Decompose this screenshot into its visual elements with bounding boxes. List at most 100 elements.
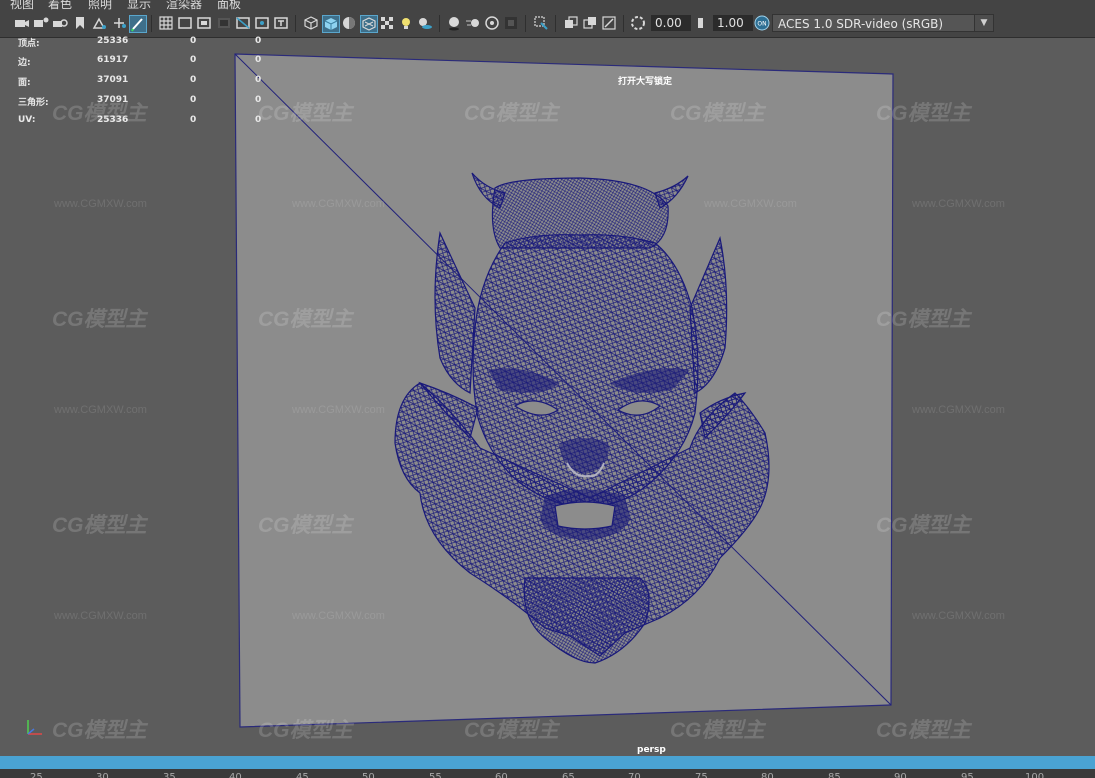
hud-uvs-selected: 0	[190, 115, 197, 125]
watermark-logo: CG模型主	[258, 308, 353, 331]
film-gate-icon[interactable]	[177, 15, 193, 31]
watermark-logo: CG模型主	[670, 719, 765, 742]
watermark-url: www.CGMXW.com	[912, 610, 1005, 622]
watermark-url: www.CGMXW.com	[292, 198, 385, 210]
hud-faces-uv: 0	[255, 75, 262, 85]
watermark-url: www.CGMXW.com	[912, 198, 1005, 210]
chevron-down-icon[interactable]: ▼	[974, 15, 993, 31]
toolbar-separator	[439, 15, 440, 32]
panel-menubar: 视图 着色 照明 显示 渲染器 面板	[0, 0, 1095, 10]
watermark-logo: CG模型主	[876, 719, 971, 742]
menu-renderer[interactable]: 渲染器	[166, 0, 202, 10]
motion-blur-icon[interactable]	[465, 15, 481, 31]
watermark-logo: CG模型主	[52, 308, 147, 331]
menu-view[interactable]: 视图	[10, 0, 34, 10]
shadows-icon[interactable]	[417, 15, 433, 31]
image-plane-icon[interactable]	[92, 15, 108, 31]
timeline-tick: 40	[229, 772, 242, 778]
gamma-field[interactable]: 1.00	[713, 15, 753, 31]
watermark-logo: CG模型主	[52, 719, 147, 742]
hud-triangles-selected: 0	[190, 95, 197, 105]
hud-faces-total: 37091	[97, 75, 129, 85]
grease-pencil-icon[interactable]	[129, 15, 147, 33]
hud-label-faces: 面:	[18, 78, 31, 88]
menu-show[interactable]: 显示	[127, 0, 151, 10]
gate-mask-icon[interactable]	[216, 15, 232, 31]
timeline-tick: 65	[562, 772, 575, 778]
color-space-dropdown[interactable]: ACES 1.0 SDR-video (sRGB) ▼	[772, 14, 994, 32]
watermark-logo: CG模型主	[876, 102, 971, 125]
textured-icon[interactable]	[360, 15, 378, 33]
wireframe-icon[interactable]	[303, 15, 319, 31]
menu-lighting[interactable]: 照明	[88, 0, 112, 10]
hud-label-vertices: 顶点:	[18, 39, 40, 49]
timeline-tick: 100	[1025, 772, 1045, 778]
two-d-pan-icon[interactable]	[111, 15, 127, 31]
default-material-icon[interactable]	[341, 15, 357, 31]
hud-faces-selected: 0	[190, 75, 197, 85]
perspective-viewport[interactable]: 顶点: 25336 0 0 边: 61917 0 0 面: 37091 0 0 …	[0, 36, 1095, 756]
hud-edges-uv: 0	[255, 55, 262, 65]
timeline-tick: 50	[362, 772, 375, 778]
timeline-tick: 25	[30, 772, 43, 778]
grid-icon[interactable]	[158, 15, 174, 31]
color-management-icon[interactable]: ON	[754, 15, 770, 31]
watermark-logo: CG模型主	[876, 514, 971, 537]
camera-lock-icon[interactable]	[52, 15, 68, 31]
watermark-logo: CG模型主	[876, 308, 971, 331]
toolbar-separator	[525, 15, 526, 32]
hud-vertices-total: 25336	[97, 36, 129, 46]
view-axis-icon	[27, 720, 42, 735]
watermark-url: www.CGMXW.com	[912, 404, 1005, 416]
isolate-select-icon[interactable]	[533, 15, 549, 31]
watermark-url: www.CGMXW.com	[54, 198, 147, 210]
checker-icon[interactable]	[379, 15, 395, 31]
svg-text:ON: ON	[757, 21, 766, 28]
hud-vertices-uv: 0	[255, 36, 262, 46]
watermark-logo: CG模型主	[464, 719, 559, 742]
watermark-logo: CG模型主	[258, 514, 353, 537]
toolbar-separator	[295, 15, 296, 32]
exposure-icon[interactable]	[630, 15, 646, 31]
gamma-icon[interactable]	[694, 15, 710, 31]
safe-title-icon[interactable]	[273, 15, 289, 31]
smooth-shade-icon[interactable]	[322, 15, 340, 33]
xray-icon[interactable]	[563, 15, 579, 31]
field-chart-icon[interactable]	[235, 15, 251, 31]
camera-icon[interactable]	[14, 15, 30, 31]
hud-edges-total: 61917	[97, 55, 129, 65]
xray-joints-icon[interactable]	[601, 15, 617, 31]
caps-lock-message: 打开大写锁定	[618, 77, 673, 87]
watermark-logo: CG模型主	[464, 102, 559, 125]
watermark-logo: CG模型主	[52, 514, 147, 537]
time-slider-bar[interactable]	[0, 756, 1095, 769]
watermark-url: www.CGMXW.com	[54, 610, 147, 622]
anti-aliasing-icon[interactable]	[484, 15, 500, 31]
ambient-occlusion-icon[interactable]	[446, 15, 462, 31]
safe-action-icon[interactable]	[254, 15, 270, 31]
exposure-field[interactable]: 0.00	[651, 15, 691, 31]
watermark-url: www.CGMXW.com	[54, 404, 147, 416]
timeline-tick: 90	[894, 772, 907, 778]
watermark-url: www.CGMXW.com	[292, 404, 385, 416]
toolbar-separator	[623, 15, 624, 32]
timeline-tick: 45	[296, 772, 309, 778]
xray-active-icon[interactable]	[582, 15, 598, 31]
timeline-ruler[interactable]: 25 30 35 40 45 50 55 60 65 70 75 80 85 9…	[0, 769, 1095, 778]
depth-of-field-icon[interactable]	[503, 15, 519, 31]
watermark-logo: CG模型主	[52, 102, 147, 125]
camera-attr-icon[interactable]	[33, 15, 49, 31]
lights-icon[interactable]	[398, 15, 414, 31]
viewport-scene	[234, 53, 894, 728]
timeline-tick: 85	[828, 772, 841, 778]
timeline-tick: 35	[163, 772, 176, 778]
menu-panels[interactable]: 面板	[217, 0, 241, 10]
hud-edges-selected: 0	[190, 55, 197, 65]
resolution-gate-icon[interactable]	[196, 15, 212, 31]
timeline-tick: 55	[429, 772, 442, 778]
menu-shading[interactable]: 着色	[48, 0, 72, 10]
timeline-tick: 60	[495, 772, 508, 778]
bookmark-icon[interactable]	[72, 15, 88, 31]
timeline-tick: 75	[695, 772, 708, 778]
color-space-value: ACES 1.0 SDR-video (sRGB)	[778, 17, 944, 31]
